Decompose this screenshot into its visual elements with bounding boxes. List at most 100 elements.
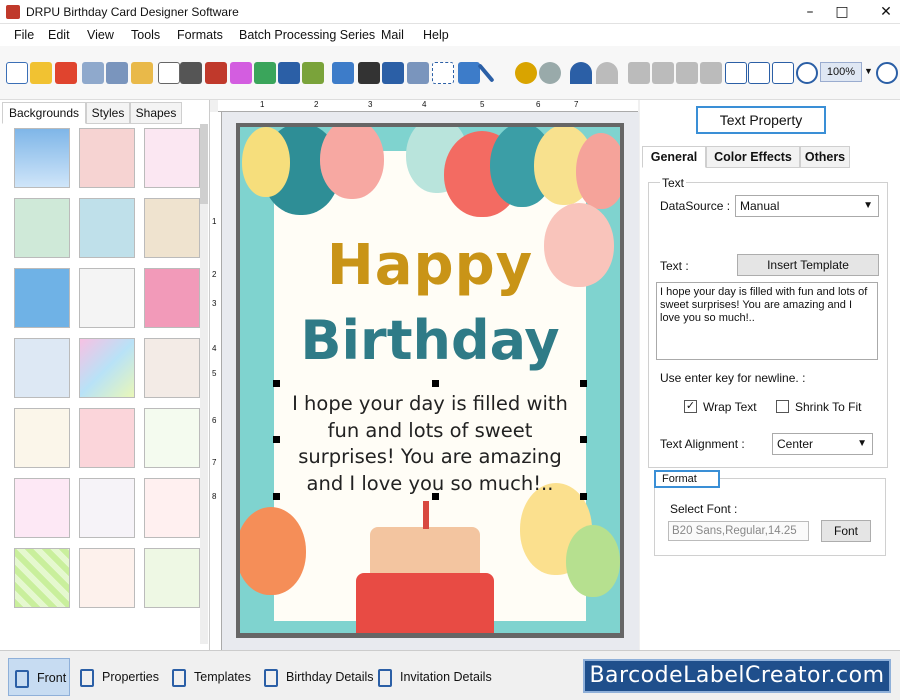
menu-batch-processing[interactable]: Batch Processing Series	[239, 28, 375, 42]
background-thumb[interactable]	[144, 478, 200, 538]
birthday-details-button[interactable]: Birthday Details	[264, 658, 374, 696]
font-value-field[interactable]: B20 Sans,Regular,14.25	[668, 521, 809, 541]
text-frame-icon[interactable]	[407, 62, 429, 84]
resize-handle[interactable]	[432, 380, 439, 387]
watermark-icon[interactable]	[332, 62, 354, 84]
resize-handle[interactable]	[273, 380, 280, 387]
background-thumb[interactable]	[79, 338, 135, 398]
card-heading-birthday[interactable]: Birthday	[240, 309, 620, 372]
properties-button[interactable]: Properties	[80, 658, 162, 696]
menu-view[interactable]: View	[87, 28, 114, 42]
print-preview-icon[interactable]	[158, 62, 180, 84]
insert-template-button[interactable]: Insert Template	[737, 254, 879, 276]
tab-backgrounds[interactable]: Backgrounds	[2, 102, 86, 124]
actual-size-icon[interactable]	[748, 62, 770, 84]
save-as-icon[interactable]	[106, 62, 128, 84]
resize-handle[interactable]	[580, 380, 587, 387]
background-thumb[interactable]	[79, 268, 135, 328]
card-message-text[interactable]: I hope your day is filled with fun and l…	[278, 391, 582, 497]
datasource-select[interactable]: Manual ▼	[735, 195, 879, 217]
background-thumb[interactable]	[14, 268, 70, 328]
gift-icon[interactable]	[230, 62, 252, 84]
database-icon[interactable]	[515, 62, 537, 84]
export-icon[interactable]	[131, 62, 153, 84]
background-thumb[interactable]	[144, 128, 200, 188]
zoom-level[interactable]: 100%	[820, 62, 862, 82]
tab-color-effects[interactable]: Color Effects	[706, 146, 800, 168]
resize-handle[interactable]	[273, 493, 280, 500]
text-content-area[interactable]: I hope your day is filled with fun and l…	[656, 282, 878, 360]
delete-icon[interactable]	[700, 62, 722, 84]
card-heading-happy[interactable]: Happy	[240, 233, 620, 298]
resize-handle[interactable]	[580, 493, 587, 500]
background-thumb[interactable]	[14, 478, 70, 538]
database-list-icon[interactable]	[539, 62, 561, 84]
birthday-card[interactable]: Happy Birthday I hope your day is filled…	[240, 127, 620, 633]
menu-mail[interactable]: Mail	[381, 28, 404, 42]
copy-icon[interactable]	[652, 62, 674, 84]
pen-icon[interactable]	[278, 62, 300, 84]
background-thumb[interactable]	[14, 408, 70, 468]
background-thumb[interactable]	[144, 338, 200, 398]
symbol-icon[interactable]	[432, 62, 454, 84]
background-thumb[interactable]	[14, 198, 70, 258]
resize-handle[interactable]	[273, 436, 280, 443]
barcode-icon[interactable]	[358, 62, 380, 84]
balloon-shape	[242, 127, 290, 197]
font-button[interactable]: Font	[821, 520, 871, 542]
close-button[interactable]: ✕	[866, 0, 900, 24]
front-button[interactable]: Front	[8, 658, 70, 696]
background-thumb[interactable]	[79, 478, 135, 538]
close-file-icon[interactable]	[55, 62, 77, 84]
background-thumb[interactable]	[14, 548, 70, 608]
tab-general[interactable]: General	[642, 146, 706, 168]
redo-icon[interactable]	[596, 62, 618, 84]
save-icon[interactable]	[82, 62, 104, 84]
scrollbar-thumb[interactable]	[200, 124, 208, 204]
menu-file[interactable]: File	[14, 28, 34, 42]
background-thumb[interactable]	[79, 408, 135, 468]
background-thumb[interactable]	[79, 128, 135, 188]
background-thumb[interactable]	[144, 198, 200, 258]
background-thumb[interactable]	[144, 548, 200, 608]
background-thumb[interactable]	[14, 338, 70, 398]
text-icon[interactable]	[382, 62, 404, 84]
background-thumb[interactable]	[14, 128, 70, 188]
resize-handle[interactable]	[432, 493, 439, 500]
shape-icon[interactable]	[302, 62, 324, 84]
background-thumb[interactable]	[144, 408, 200, 468]
zoom-in-icon[interactable]	[796, 62, 818, 84]
menu-help[interactable]: Help	[423, 28, 449, 42]
image-icon[interactable]	[254, 62, 276, 84]
tab-styles[interactable]: Styles	[86, 102, 130, 124]
invitation-details-button[interactable]: Invitation Details	[378, 658, 498, 696]
newline-hint: Use enter key for newline. :	[660, 371, 806, 385]
zoom-dropdown-icon[interactable]: ▼	[864, 66, 873, 76]
background-thumb[interactable]	[79, 198, 135, 258]
new-icon[interactable]	[6, 62, 28, 84]
resize-handle[interactable]	[580, 436, 587, 443]
templates-button[interactable]: Templates	[172, 658, 254, 696]
tab-others[interactable]: Others	[800, 146, 850, 168]
menu-formats[interactable]: Formats	[177, 28, 223, 42]
tab-shapes[interactable]: Shapes	[130, 102, 182, 124]
background-thumb[interactable]	[79, 548, 135, 608]
print-icon[interactable]	[180, 62, 202, 84]
undo-icon[interactable]	[570, 62, 592, 84]
maximize-button[interactable]: □	[822, 0, 862, 24]
mail-icon[interactable]	[458, 62, 480, 84]
fit-window-icon[interactable]	[772, 62, 794, 84]
open-icon[interactable]	[30, 62, 52, 84]
zoom-out-icon[interactable]	[876, 62, 898, 84]
left-panel-scrollbar[interactable]	[200, 124, 208, 644]
shrink-to-fit-checkbox[interactable]	[776, 400, 789, 413]
wrap-text-checkbox[interactable]: ✓	[684, 400, 697, 413]
menu-edit[interactable]: Edit	[48, 28, 70, 42]
background-thumb[interactable]	[144, 268, 200, 328]
menu-tools[interactable]: Tools	[131, 28, 160, 42]
text-alignment-select[interactable]: Center ▼	[772, 433, 873, 455]
grid-icon[interactable]	[725, 62, 747, 84]
paste-icon[interactable]	[676, 62, 698, 84]
cut-icon[interactable]	[628, 62, 650, 84]
layers-icon[interactable]	[205, 62, 227, 84]
